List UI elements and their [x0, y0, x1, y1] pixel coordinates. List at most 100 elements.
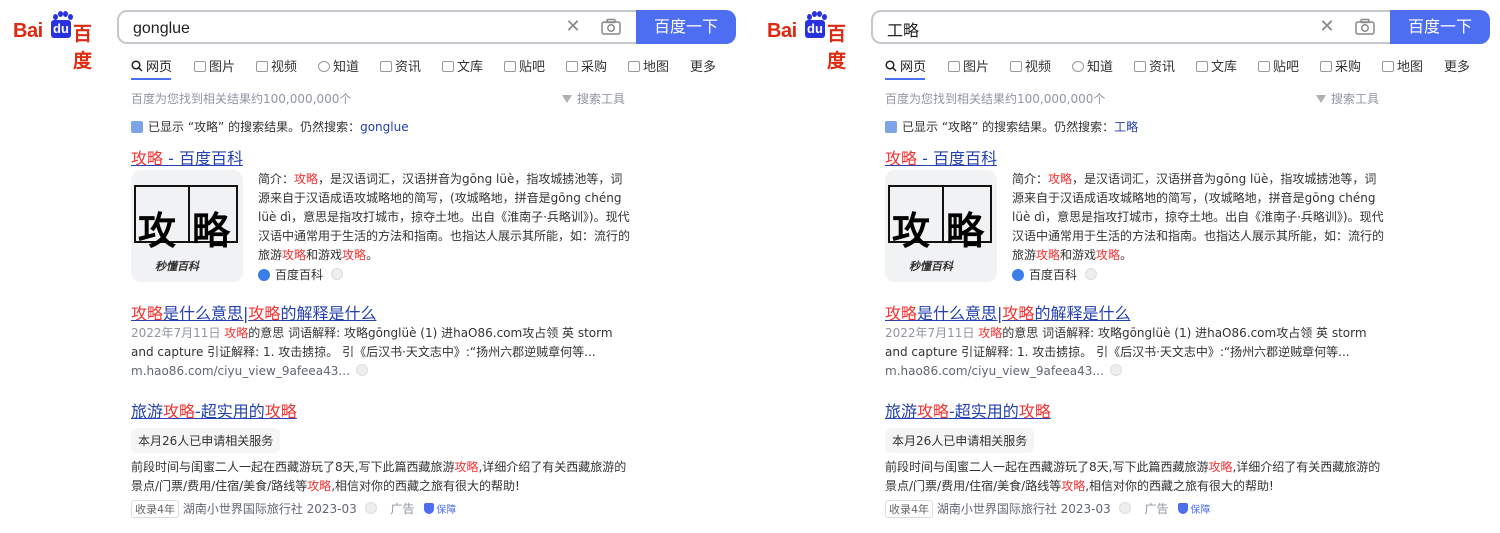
- title-part: -超实用的: [195, 402, 265, 421]
- tab-zhidao[interactable]: 知道: [1072, 56, 1113, 75]
- url-text: m.hao86.com/ciyu_view_9afeea43...: [131, 364, 350, 378]
- title-highlight: 攻略: [885, 304, 918, 323]
- search-button[interactable]: 百度一下: [636, 10, 736, 44]
- tab-images[interactable]: 图片: [948, 56, 989, 75]
- tab-news[interactable]: 资讯: [1134, 56, 1175, 75]
- clear-icon[interactable]: ✕: [564, 18, 582, 36]
- tab-wenku[interactable]: 文库: [442, 56, 483, 75]
- ad-snippet: 前段时间与闺蜜二人一起在西藏游玩了8天,写下此篇西藏旅游攻略,详细介绍了有关西藏…: [131, 458, 631, 496]
- tab-label: 贴吧: [1273, 60, 1300, 75]
- tab-label: 网页: [900, 60, 927, 75]
- tab-label: 地图: [1397, 60, 1424, 75]
- info-icon: [885, 121, 897, 133]
- snippet-part: 前段时间与闺蜜二人一起在西藏游玩了8天,写下此篇西藏旅游: [885, 460, 1209, 474]
- thumb-char: 略: [192, 208, 231, 253]
- camera-icon[interactable]: [601, 18, 621, 36]
- guarantee-badge[interactable]: 保障: [1178, 501, 1210, 516]
- more-options-icon[interactable]: [1109, 364, 1122, 376]
- search-input[interactable]: [131, 17, 555, 41]
- source-name[interactable]: 百度百科: [1029, 268, 1077, 282]
- clear-icon[interactable]: ✕: [1318, 18, 1336, 36]
- title-highlight: 攻略: [163, 402, 196, 421]
- filter-icon: [1316, 95, 1326, 103]
- thumb-char: 攻: [138, 208, 177, 253]
- title-rest: - 百度百科: [917, 149, 997, 168]
- tab-map[interactable]: 地图: [628, 56, 669, 75]
- title-part: 的解释是什么: [280, 304, 377, 323]
- tab-videos[interactable]: 视频: [256, 56, 297, 75]
- source-name[interactable]: 百度百科: [275, 268, 323, 282]
- image-icon: [194, 61, 206, 72]
- abstract-highlight: 攻略: [294, 172, 319, 186]
- result-url[interactable]: m.hao86.com/ciyu_view_9afeea43...: [885, 364, 1122, 378]
- result-title-ad[interactable]: 旅游攻略-超实用的攻略: [131, 398, 297, 422]
- title-rest: - 百度百科: [163, 149, 243, 168]
- result-thumbnail[interactable]: 攻 略 秒懂百科: [131, 170, 243, 282]
- guarantee-label: 保障: [1190, 505, 1211, 516]
- search-tools-button[interactable]: 搜索工具: [562, 90, 625, 107]
- more-options-icon[interactable]: [331, 268, 344, 280]
- tab-map[interactable]: 地图: [1382, 56, 1423, 75]
- tab-images[interactable]: 图片: [194, 56, 235, 75]
- result-title-baike[interactable]: 攻略 - 百度百科: [885, 145, 997, 169]
- more-options-icon[interactable]: [355, 364, 368, 376]
- tab-more[interactable]: 更多: [1444, 56, 1470, 75]
- tab-purchase[interactable]: 采购: [566, 56, 607, 75]
- original-query-link[interactable]: gonglue: [360, 120, 409, 134]
- info-icon: [131, 121, 143, 133]
- more-options-icon[interactable]: [1085, 268, 1098, 280]
- abstract-part: 和游戏: [1060, 248, 1097, 262]
- title-highlight: 攻略: [131, 304, 164, 323]
- title-part: 是什么意思|: [163, 304, 249, 323]
- tab-label: 文库: [1211, 60, 1238, 75]
- tab-zhidao[interactable]: 知道: [318, 56, 359, 75]
- search-button[interactable]: 百度一下: [1390, 10, 1490, 44]
- service-count-tag: 本月26人已申请相关服务: [131, 428, 281, 453]
- result-count: 百度为您找到相关结果约100,000,000个: [885, 92, 1106, 106]
- search-tools-button[interactable]: 搜索工具: [1316, 90, 1379, 107]
- title-highlight: 攻略: [917, 402, 950, 421]
- news-icon: [1134, 61, 1146, 72]
- tab-web[interactable]: 网页: [131, 56, 172, 75]
- baidu-logo[interactable]: Bai du 百度: [767, 11, 859, 72]
- result-title-baike[interactable]: 攻略 - 百度百科: [131, 145, 243, 169]
- tab-label: 视频: [1025, 60, 1052, 75]
- result-url[interactable]: m.hao86.com/ciyu_view_9afeea43...: [131, 364, 368, 378]
- tab-active-indicator: [131, 78, 171, 80]
- search-results-panel-right: Bai du 百度 ✕ 百度一下 网页 图片 视频 知道 资讯 文库 贴吧 采购…: [754, 0, 1500, 533]
- result-title-ad[interactable]: 旅游攻略-超实用的攻略: [885, 398, 1051, 422]
- snippet-highlight: 攻略: [1208, 460, 1233, 474]
- tab-news[interactable]: 资讯: [380, 56, 421, 75]
- abstract-highlight: 攻略: [1036, 248, 1061, 262]
- result-title-hao86[interactable]: 攻略是什么意思|攻略的解释是什么: [131, 300, 376, 324]
- camera-icon[interactable]: [1355, 18, 1375, 36]
- abstract-part: 和游戏: [306, 248, 343, 262]
- tab-videos[interactable]: 视频: [1010, 56, 1051, 75]
- company-name[interactable]: 湖南小世界国际旅行社 2023-03: [183, 502, 357, 516]
- tab-purchase[interactable]: 采购: [1320, 56, 1361, 75]
- snippet-highlight: 攻略: [224, 326, 249, 340]
- more-options-icon[interactable]: [1118, 502, 1131, 514]
- tab-label: 图片: [209, 60, 236, 75]
- guarantee-badge[interactable]: 保障: [424, 501, 456, 516]
- tab-wenku[interactable]: 文库: [1196, 56, 1237, 75]
- result-thumbnail[interactable]: 攻 略 秒懂百科: [885, 170, 997, 282]
- tab-label: 地图: [643, 60, 670, 75]
- result-title-hao86[interactable]: 攻略是什么意思|攻略的解释是什么: [885, 300, 1130, 324]
- original-query-link[interactable]: 工略: [1114, 120, 1138, 134]
- search-input[interactable]: [885, 17, 1309, 41]
- result-source: 百度百科: [258, 266, 344, 283]
- more-options-icon[interactable]: [364, 502, 377, 514]
- company-name[interactable]: 湖南小世界国际旅行社 2023-03: [937, 502, 1111, 516]
- tab-tieba[interactable]: 贴吧: [504, 56, 545, 75]
- tab-tieba[interactable]: 贴吧: [1258, 56, 1299, 75]
- search-icon: [131, 60, 143, 72]
- baidu-logo[interactable]: Bai du 百度: [13, 11, 105, 72]
- tab-web[interactable]: 网页: [885, 56, 926, 75]
- tab-label: 图片: [963, 60, 990, 75]
- tab-label: 采购: [1335, 60, 1362, 75]
- tab-more[interactable]: 更多: [690, 56, 716, 75]
- abstract-part: 简介：: [258, 172, 295, 186]
- document-icon: [1196, 61, 1208, 72]
- search-tools-label: 搜索工具: [577, 92, 626, 106]
